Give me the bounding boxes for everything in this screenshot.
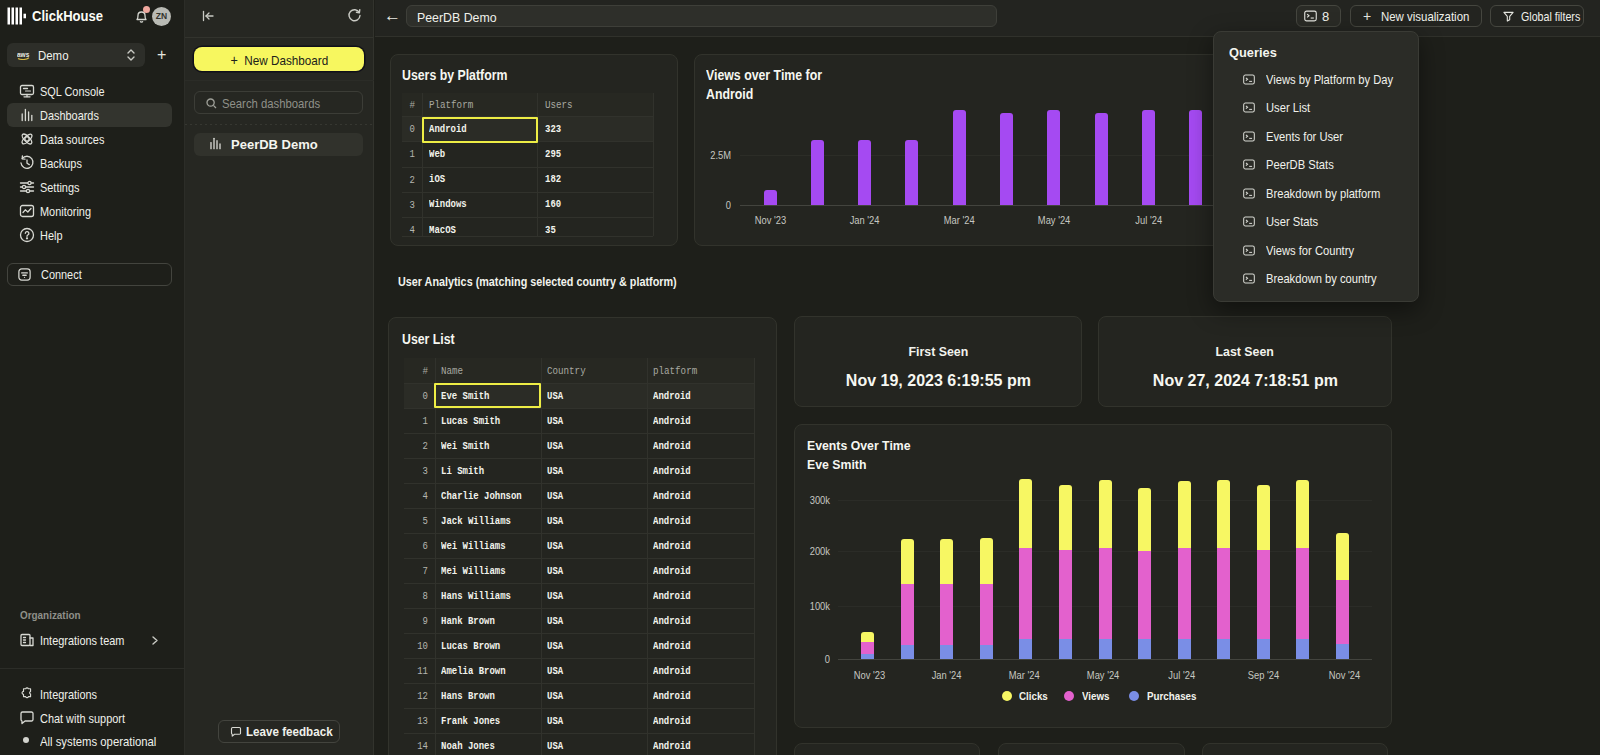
svg-text:aws: aws bbox=[17, 51, 30, 58]
